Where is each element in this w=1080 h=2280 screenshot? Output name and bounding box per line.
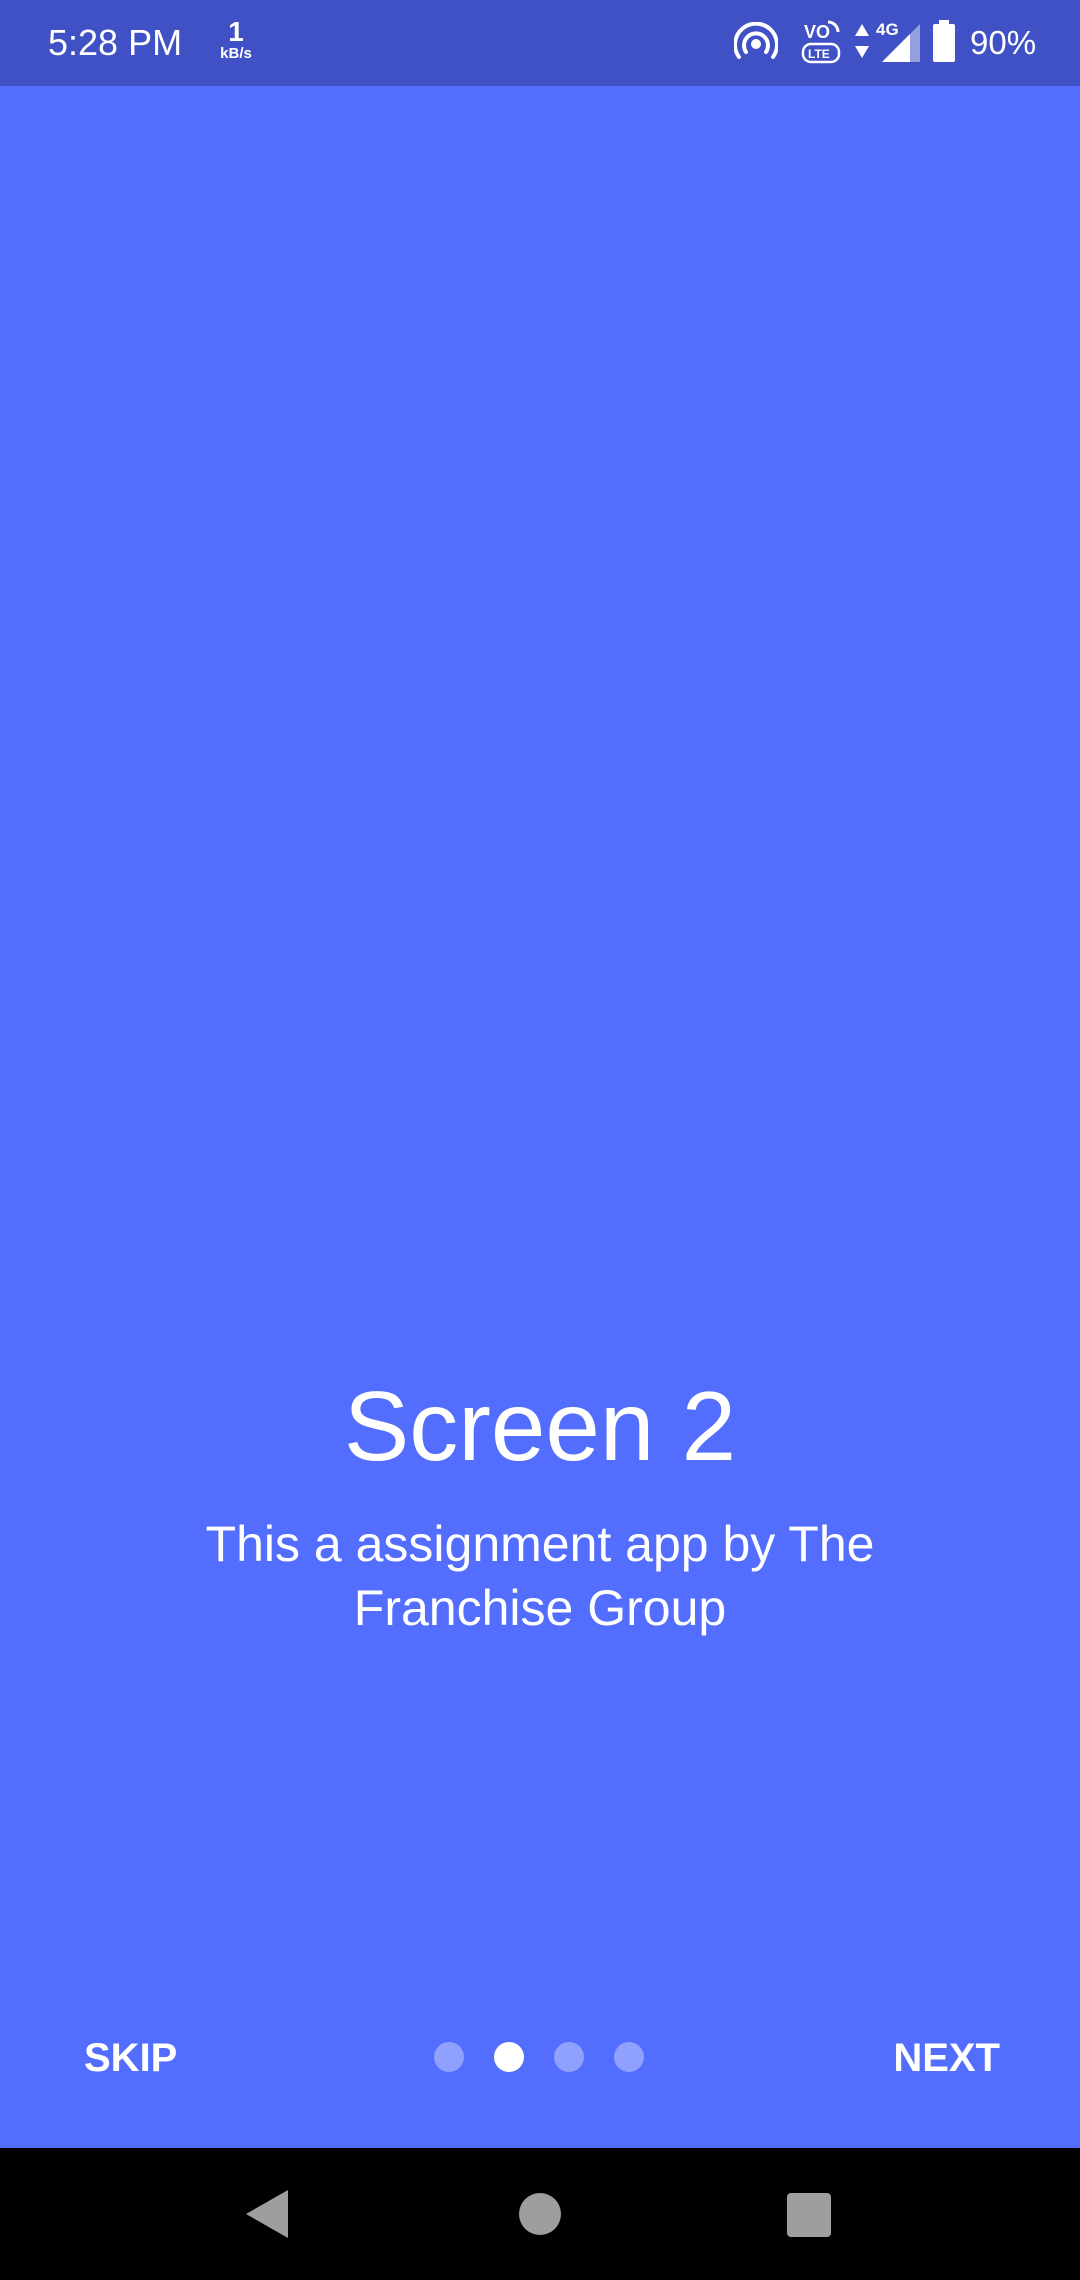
page-dot-3[interactable] xyxy=(554,2042,584,2072)
page-indicator xyxy=(434,2042,644,2074)
home-icon[interactable] xyxy=(518,2192,562,2236)
page-dot-4[interactable] xyxy=(614,2042,644,2072)
page-dot-1[interactable] xyxy=(434,2042,464,2072)
network-speed: 1 kB/s xyxy=(214,18,258,62)
volte-icon: VO LTE xyxy=(801,20,841,64)
data-arrows-icon xyxy=(855,24,869,58)
next-button[interactable]: NEXT xyxy=(893,2028,1000,2088)
status-time: 5:28 PM xyxy=(48,22,183,63)
slide-title: Screen 2 xyxy=(343,1371,737,1481)
network-type-label: 4G xyxy=(876,20,899,39)
network-speed-value: 1 xyxy=(228,16,244,47)
status-bar: 5:28 PM 1 kB/s VO LTE 4G 90% xyxy=(0,0,1080,86)
4g-signal-icon: 4G xyxy=(876,20,920,62)
volte-label-bottom: LTE xyxy=(808,47,830,61)
skip-button[interactable]: SKIP xyxy=(84,2028,177,2088)
navigation-bar xyxy=(0,2148,1080,2280)
onboarding-screen: 5:28 PM 1 kB/s VO LTE 4G 90% Screen 2 Th… xyxy=(0,0,1080,2280)
battery-icon xyxy=(933,20,955,62)
network-speed-unit: kB/s xyxy=(220,45,252,62)
recents-icon[interactable] xyxy=(786,2192,832,2238)
battery-percent: 90% xyxy=(970,24,1037,61)
hotspot-icon xyxy=(734,22,778,59)
slide-description: This a assignment app by The Franchise G… xyxy=(205,1516,875,1636)
back-icon[interactable] xyxy=(242,2188,290,2240)
page-dot-2-active[interactable] xyxy=(494,2042,524,2072)
volte-label-top: VO xyxy=(804,22,830,42)
